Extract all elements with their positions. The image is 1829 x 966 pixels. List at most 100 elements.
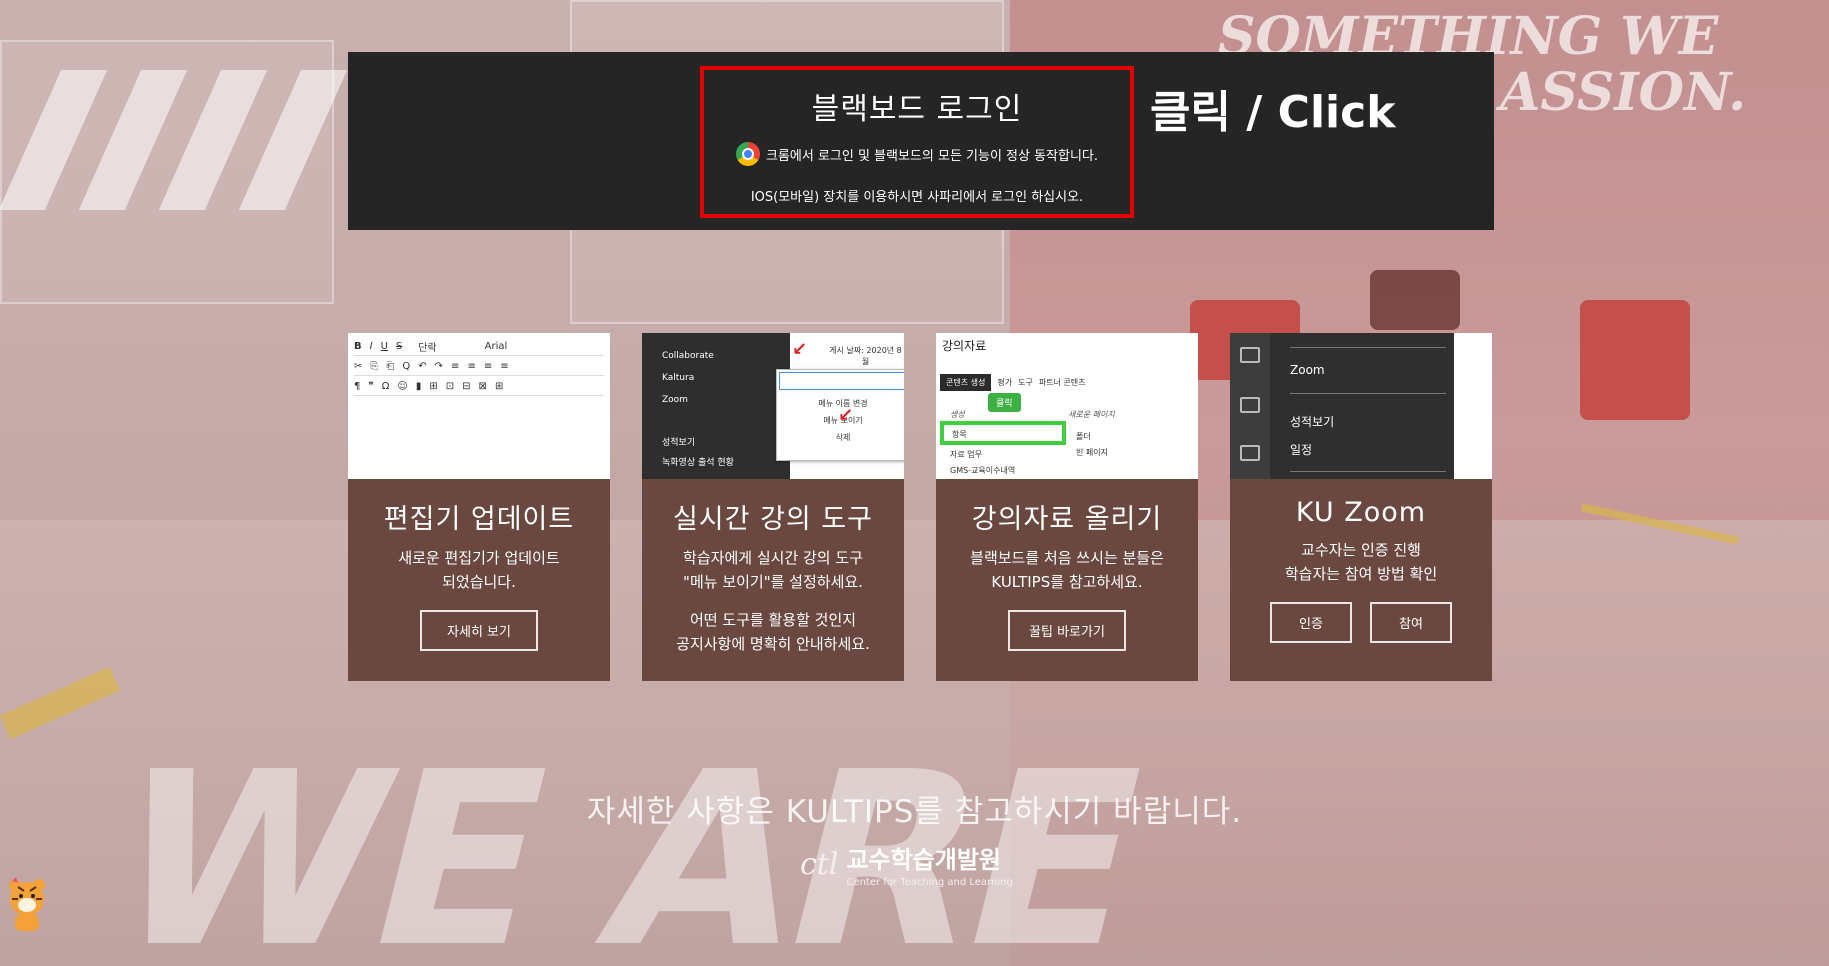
ctl-logo-text: 교수학습개발원 Center for Teaching and Learning — [846, 840, 1012, 888]
table-icon: ⊞ — [429, 380, 438, 392]
editor-toolbar-row: ✂ ⎘ ⎗ Q ↶ ↷ ≡ ≡ ≡ ≡ — [354, 357, 604, 376]
content-area-title: 강의자료 — [942, 339, 987, 353]
card-desc-line: 학습자는 참여 방법 확인 — [1284, 565, 1438, 583]
glass-partition — [0, 40, 334, 304]
click-pill-label: 클릭 — [996, 399, 1013, 409]
tips-shortcut-button[interactable]: 꿀팁 바로가기 — [1008, 610, 1126, 651]
omega-icon: Ω — [381, 380, 390, 392]
align-center-icon: ≡ — [467, 360, 476, 372]
new-page-heading: 새로운 페이지 — [1068, 410, 1115, 419]
card-title: 실시간 강의 도구 — [672, 504, 874, 535]
paste-icon: ⎗ — [386, 360, 395, 372]
calendar-icon — [1240, 347, 1260, 363]
create-heading: 생성 — [950, 410, 965, 419]
editor-toolbar-row: ¶ ❞ Ω ☺ ▮ ⊞ ⊡ ⊟ ⊠ ⊞ — [354, 377, 604, 396]
card-description: 교수자는 인증 진행 학습자는 참여 방법 확인 — [1230, 538, 1492, 586]
emoji-icon: ☺ — [397, 380, 408, 392]
card-description: 새로운 편집기가 업데이트 되었습니다. — [348, 546, 610, 594]
item-entry: 항목 — [952, 430, 967, 439]
card-desc-line: 학습자에게 실시간 강의 도구 — [683, 549, 863, 567]
justify-icon: ≡ — [500, 360, 509, 372]
join-button[interactable]: 참여 — [1370, 602, 1452, 643]
table-icon: ⊠ — [478, 380, 487, 392]
item-entry: 자료 업무 — [950, 450, 982, 459]
details-button[interactable]: 자세히 보기 — [420, 610, 538, 651]
ctl-logo-english: Center for Teaching and Learning — [846, 877, 1013, 888]
redo-icon: ↷ — [434, 360, 444, 372]
copy-icon: ⎘ — [370, 360, 379, 372]
card-desc-line: KULTIPS를 참고하세요. — [991, 573, 1143, 591]
card-live-lecture-tools: Collaborate Kaltura Zoom 성적보기 녹화영상 출석 현황… — [642, 333, 904, 681]
zoom-menu-screenshot: Zoom 성적보기 일정 — [1230, 333, 1492, 479]
bookmark-icon: ▮ — [415, 380, 422, 392]
blackboard-login-button[interactable]: 블랙보드 로그인 크롬에서 로그인 및 블랙보드의 모든 기능이 정상 동작합니… — [700, 66, 1134, 218]
red-chair — [1580, 300, 1690, 420]
card-desc-line: 되었습니다. — [442, 573, 516, 591]
card-desc-line: 어떤 도구를 활용할 것인지 — [689, 611, 857, 629]
card-upload-materials: 강의자료 콘텐츠 생성 평가 도구 파트너 콘텐츠 클릭 생성 항목 자료 업무… — [936, 333, 1198, 681]
undo-icon: ↶ — [418, 360, 427, 372]
zoom-menu: Zoom 성적보기 일정 — [1270, 333, 1454, 479]
card-desc-spacer — [642, 594, 904, 608]
red-arrow-icon: ↙ — [792, 339, 808, 360]
card-desc-line: 새로운 편집기가 업데이트 — [398, 549, 560, 567]
ctx-delete: 삭제 — [835, 433, 851, 442]
card-desc-line: 교수자는 인증 진행 — [1301, 541, 1421, 559]
card-description: 블랙보드를 처음 쓰시는 분들은 KULTIPS를 참고하세요. — [936, 546, 1198, 594]
click-callout: 클릭 / Click — [1150, 87, 1396, 138]
align-left-icon: ≡ — [451, 360, 460, 372]
item-entry: 폴더 — [1076, 432, 1091, 441]
cut-icon: ✂ — [354, 360, 363, 372]
bold-icon: B — [354, 340, 362, 352]
kultips-notice: 자세한 사항은 KULTIPS를 참고하시기 바랍니다. — [586, 794, 1243, 830]
item-entry: GMS-교육이수내역 — [950, 466, 1016, 475]
tiger-mascot-icon — [9, 877, 45, 931]
dark-chair — [1370, 270, 1460, 330]
click-pill: 클릭 — [988, 393, 1021, 412]
align-right-icon: ≡ — [483, 360, 493, 372]
divider — [1290, 471, 1446, 472]
editor-toolbar-row: B I U S 단락 Arial — [354, 337, 604, 356]
card-ku-zoom: Zoom 성적보기 일정 KU Zoom 교수자는 인증 진행 학습자는 참여 … — [1230, 333, 1492, 681]
menu-item-kaltura: Kaltura — [662, 373, 695, 383]
pilcrow-icon: ¶ — [354, 380, 361, 392]
mail-icon — [1240, 397, 1260, 413]
menu-item-attendance: 녹화영상 출석 현황 — [662, 458, 734, 468]
ctl-logo-mark: ctl — [800, 846, 839, 882]
menu-item-grades: 성적보기 — [1290, 415, 1335, 429]
login-chrome-notice: 크롬에서 로그인 및 블랙보드의 모든 기능이 정상 동작합니다. — [704, 142, 1130, 166]
quote-icon: ❞ — [368, 380, 374, 392]
italic-icon: I — [369, 340, 373, 352]
menu-item-schedule: 일정 — [1290, 443, 1313, 457]
login-ios-notice: IOS(모바일) 장치를 이용하시면 사파리에서 로그인 하십시오. — [750, 190, 1084, 205]
auth-button[interactable]: 인증 — [1270, 602, 1352, 643]
card-desc-line: 공지사항에 명확히 안내하세요. — [676, 635, 870, 653]
tab-tools: 도구 — [1018, 377, 1033, 387]
card-desc-line: "메뉴 보이기"를 설정하세요. — [683, 573, 863, 591]
content-tabs: 콘텐츠 생성 평가 도구 파트너 콘텐츠 — [940, 373, 1194, 391]
find-icon: Q — [402, 360, 411, 372]
chrome-icon — [735, 142, 760, 166]
tab-assessment: 평가 — [997, 377, 1013, 387]
ctl-logo[interactable]: ctl 교수학습개발원 Center for Teaching and Lear… — [800, 840, 1013, 888]
wall-slogan-passion: ASSION. — [1500, 62, 1747, 123]
menu-item-zoom: Zoom — [662, 395, 688, 405]
menu-screenshot: Collaborate Kaltura Zoom 성적보기 녹화영상 출석 현황… — [642, 333, 904, 479]
context-search-field — [779, 372, 904, 390]
menu-item-zoom: Zoom — [1290, 363, 1325, 377]
table-icon: ⊞ — [494, 380, 504, 392]
menu-item-collaborate: Collaborate — [662, 351, 714, 361]
card-title: KU Zoom — [1295, 497, 1427, 528]
divider — [1290, 347, 1446, 348]
item-entry: 빈 페이지 — [1076, 448, 1108, 457]
card-title: 강의자료 올리기 — [971, 504, 1163, 535]
card-title: 편집기 업데이트 — [383, 504, 575, 535]
strikethrough-icon: S — [395, 340, 403, 352]
login-title: 블랙보드 로그인 — [811, 92, 1023, 127]
divider — [1290, 393, 1446, 394]
zoom-buttons: 인증 참여 — [1230, 586, 1492, 643]
document-icon — [1240, 445, 1260, 461]
course-menu: Collaborate Kaltura Zoom 성적보기 녹화영상 출석 현황 — [642, 333, 790, 479]
card-description: 학습자에게 실시간 강의 도구 "메뉴 보이기"를 설정하세요. 어떤 도구를 … — [642, 546, 904, 656]
card-desc-line: 블랙보드를 처음 쓰시는 분들은 — [970, 549, 1164, 567]
